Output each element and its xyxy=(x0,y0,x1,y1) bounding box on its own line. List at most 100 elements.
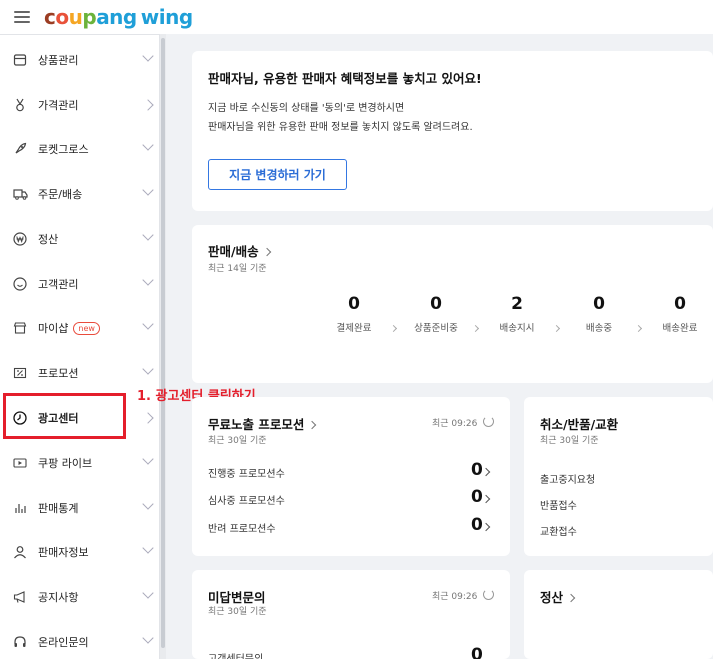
sidebar-item-orders[interactable]: 주문/배송 xyxy=(0,172,160,216)
headset-icon xyxy=(12,634,28,650)
sidebar-item-label: 가격관리 xyxy=(38,99,79,112)
row-value[interactable]: 0 xyxy=(471,460,483,480)
promotion-card: 무료노출 프로모션 최근 30일 기준 최근 09:26 진행중 프로모션수 0… xyxy=(192,397,510,556)
sidebar-item-label: 주문/배송 xyxy=(38,188,83,201)
row-label[interactable]: 교환접수 xyxy=(540,523,577,538)
sidebar: 상품관리 가격관리 로켓그로스 주문/배송 정산 고객관리 마이샵 new 프로… xyxy=(0,34,160,659)
sidebar-item-label: 공지사항 xyxy=(38,591,79,604)
sidebar-item-label: 마이샵 xyxy=(38,322,69,335)
chevron-right-icon xyxy=(566,593,576,603)
sidebar-item-promotion[interactable]: 프로모션 xyxy=(0,351,160,395)
stat-shipping-order[interactable]: 2 배송지시 xyxy=(487,294,547,334)
chart-icon xyxy=(12,500,28,516)
settlement-title[interactable]: 정산 xyxy=(540,587,576,606)
consent-line-1: 지금 바로 수신동의 상태를 '동의'로 변경하시면 xyxy=(208,103,405,114)
rocket-icon xyxy=(12,141,28,157)
last-updated: 최근 09:26 xyxy=(432,419,478,429)
stat-delivered[interactable]: 0 배송완료 xyxy=(650,294,710,334)
medal-icon xyxy=(12,97,28,113)
chevron-right-icon xyxy=(142,412,154,424)
coupon-icon xyxy=(12,365,28,381)
sidebar-item-label: 고객관리 xyxy=(38,278,79,291)
consent-card: 판매자님, 유용한 판매자 혜택정보를 놓치고 있어요! 지금 바로 수신동의 … xyxy=(192,51,713,211)
sidebar-item-label: 판매통계 xyxy=(38,502,79,515)
row-label: 진행중 프로모션수 xyxy=(208,469,285,480)
sidebar-item-settlement[interactable]: 정산 xyxy=(0,217,160,261)
chevron-right-icon xyxy=(389,324,398,333)
promotion-title[interactable]: 무료노출 프로모션 xyxy=(208,414,317,433)
row-label[interactable]: 반품접수 xyxy=(540,497,577,512)
returns-card: 취소/반품/교환 최근 30일 기준 출고중지요청 반품접수 교환접수 xyxy=(524,397,713,556)
chevron-down-icon xyxy=(142,453,154,465)
returns-subtitle: 최근 30일 기준 xyxy=(540,436,599,446)
refresh-icon[interactable] xyxy=(483,416,494,427)
chevron-right-icon xyxy=(142,99,154,111)
sidebar-item-customers[interactable]: 고객관리 xyxy=(0,262,160,306)
scrollbar-thumb[interactable] xyxy=(161,38,165,648)
sales-delivery-subtitle: 최근 14일 기준 xyxy=(208,264,267,274)
row-value[interactable]: 0 xyxy=(471,645,483,659)
top-bar: coupang wing xyxy=(0,0,713,34)
row-label: 고객센터문의 xyxy=(208,650,263,659)
live-icon xyxy=(12,455,28,471)
chevron-down-icon xyxy=(142,363,154,375)
chevron-right-icon xyxy=(262,247,271,257)
chevron-down-icon xyxy=(142,318,154,330)
sidebar-item-online-inquiry[interactable]: 온라인문의 xyxy=(0,620,160,659)
sales-delivery-card: 판매/배송 최근 14일 기준 0 결제완료 0 상품준비중 2 배송지시 0 … xyxy=(192,225,713,383)
chevron-right-icon xyxy=(308,420,317,430)
chevron-right-icon xyxy=(471,324,480,333)
sidebar-scrollbar[interactable] xyxy=(160,34,166,659)
promotion-subtitle: 최근 30일 기준 xyxy=(208,436,267,446)
sidebar-item-myshop[interactable]: 마이샵 new xyxy=(0,306,160,350)
sidebar-item-label: 판매자정보 xyxy=(38,546,89,559)
chevron-right-icon xyxy=(634,324,643,333)
truck-icon xyxy=(12,186,28,202)
stat-payment-complete[interactable]: 0 결제완료 xyxy=(324,294,384,334)
consent-line-2: 판매자님을 위한 유용한 판매 정보를 놓치지 않도록 알려드려요. xyxy=(208,122,473,133)
chevron-right-icon xyxy=(481,494,491,504)
new-badge: new xyxy=(73,321,100,335)
menu-icon[interactable] xyxy=(14,11,30,23)
store-icon xyxy=(12,320,28,336)
row-label[interactable]: 출고중지요청 xyxy=(540,471,595,486)
consent-title: 판매자님, 유용한 판매자 혜택정보를 놓치고 있어요! xyxy=(208,71,482,86)
sidebar-item-notices[interactable]: 공지사항 xyxy=(0,575,160,619)
person-icon xyxy=(12,544,28,560)
sales-delivery-title[interactable]: 판매/배송 xyxy=(208,241,271,260)
box-icon xyxy=(12,52,28,68)
sidebar-item-seller-info[interactable]: 판매자정보 xyxy=(0,530,160,574)
sidebar-item-products[interactable]: 상품관리 xyxy=(0,38,160,82)
chevron-down-icon xyxy=(142,274,154,286)
change-consent-button[interactable]: 지금 변경하러 가기 xyxy=(208,159,347,190)
sidebar-item-label: 정산 xyxy=(38,233,59,246)
returns-title[interactable]: 취소/반품/교환 xyxy=(540,414,618,433)
sidebar-item-label: 로켓그로스 xyxy=(38,143,89,156)
sidebar-item-label: 상품관리 xyxy=(38,54,79,67)
sidebar-item-label: 온라인문의 xyxy=(38,636,89,649)
chevron-right-icon xyxy=(481,467,491,477)
chevron-right-icon xyxy=(481,522,491,532)
row-value[interactable]: 0 xyxy=(471,515,483,535)
chevron-down-icon xyxy=(142,50,154,62)
refresh-icon[interactable] xyxy=(483,589,494,600)
coupang-wing-logo[interactable]: coupang wing xyxy=(44,5,193,29)
chevron-down-icon xyxy=(142,632,154,644)
chevron-down-icon xyxy=(142,184,154,196)
stat-in-transit[interactable]: 0 배송중 xyxy=(569,294,629,334)
sidebar-item-coupang-live[interactable]: 쿠팡 라이브 xyxy=(0,441,160,485)
smile-icon xyxy=(12,276,28,292)
chevron-down-icon xyxy=(142,229,154,241)
chevron-down-icon xyxy=(142,587,154,599)
stat-preparing[interactable]: 0 상품준비중 xyxy=(406,294,466,334)
chevron-down-icon xyxy=(142,139,154,151)
settlement-card: 정산 xyxy=(524,570,713,659)
chevron-right-icon xyxy=(552,324,561,333)
row-label: 반려 프로모션수 xyxy=(208,524,276,535)
sidebar-item-sales-stats[interactable]: 판매통계 xyxy=(0,486,160,530)
highlight-box xyxy=(3,393,126,439)
sidebar-item-rocket-growth[interactable]: 로켓그로스 xyxy=(0,127,160,171)
sidebar-item-label: 쿠팡 라이브 xyxy=(38,457,93,470)
row-value[interactable]: 0 xyxy=(471,487,483,507)
sidebar-item-pricing[interactable]: 가격관리 xyxy=(0,83,160,127)
